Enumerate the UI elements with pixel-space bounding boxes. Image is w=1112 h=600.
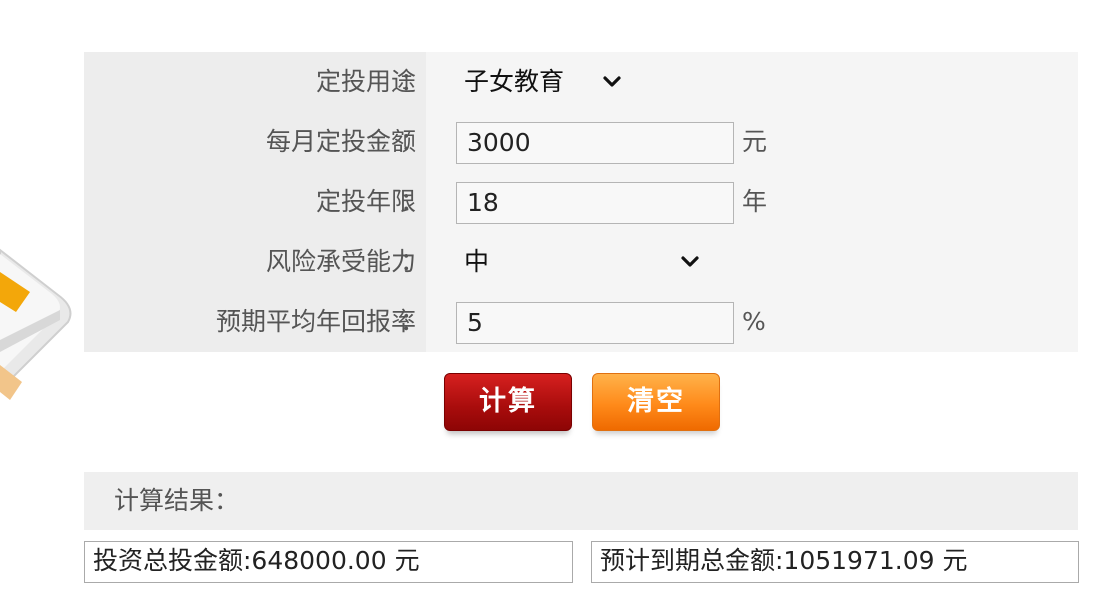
return-rate-label: 预期平均年回报率 xyxy=(215,307,416,336)
year-unit: 年 xyxy=(742,187,768,216)
colon: ： xyxy=(400,307,426,336)
calculate-button[interactable]: 计算 xyxy=(444,373,572,431)
chevron-down-icon[interactable] xyxy=(678,250,702,274)
years-input[interactable]: 18 xyxy=(456,182,734,224)
form-row-monthly-amount: 每月定投金额 ： 3000 元 xyxy=(84,112,1078,172)
colon: ： xyxy=(400,127,426,156)
purpose-select[interactable]: 子女教育 xyxy=(464,52,564,112)
risk-select[interactable]: 中 xyxy=(464,232,489,292)
total-invested-result: 投资总投金额:648000.00 元 xyxy=(84,541,573,583)
form-row-return-rate: 预期平均年回报率 ： 5 % xyxy=(84,292,1078,352)
calculator-icon xyxy=(0,248,72,400)
form-row-risk: 风险承受能力 ： 中 xyxy=(84,232,1078,292)
chevron-down-icon[interactable] xyxy=(600,70,624,94)
result-header: 计算结果： xyxy=(84,472,1078,530)
clear-button[interactable]: 清空 xyxy=(592,373,720,431)
result-title: 计算结果： xyxy=(114,486,240,515)
colon: ： xyxy=(400,247,426,276)
form-row-years: 定投年限 ： 18 年 xyxy=(84,172,1078,232)
percent-unit: % xyxy=(742,307,766,336)
monthly-amount-label: 每月定投金额 xyxy=(265,127,416,156)
risk-label: 风险承受能力 xyxy=(265,247,416,276)
expected-total-result: 预计到期总金额:1051971.09 元 xyxy=(591,541,1079,583)
return-rate-input[interactable]: 5 xyxy=(456,302,734,344)
investment-form: 定投用途 ： 子女教育 每月定投金额 ： 3000 元 定投年限 ： 18 年 … xyxy=(84,52,1078,352)
monthly-amount-input[interactable]: 3000 xyxy=(456,122,734,164)
colon: ： xyxy=(400,187,426,216)
currency-unit: 元 xyxy=(742,127,768,156)
form-row-purpose: 定投用途 ： 子女教育 xyxy=(84,52,1078,112)
colon: ： xyxy=(400,67,426,96)
